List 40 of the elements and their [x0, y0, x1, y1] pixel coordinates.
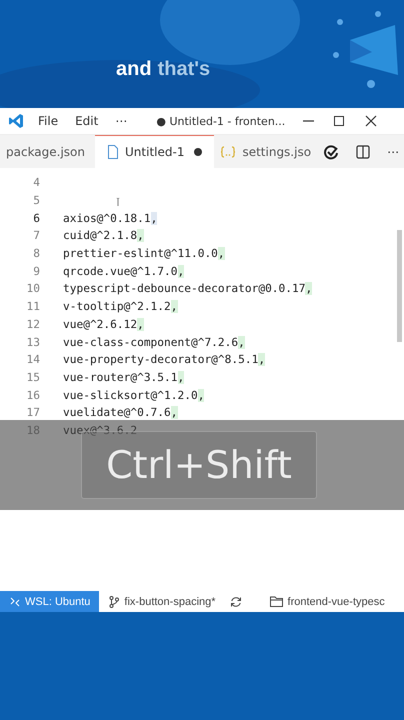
line-number: 12	[26, 318, 40, 331]
line-number: 8	[32, 247, 40, 260]
keystroke-text: Ctrl+Shift	[81, 431, 317, 499]
menu-item[interactable]: Edit	[75, 114, 98, 128]
code-line: vue-slicksort@^1.2.0,	[63, 388, 204, 402]
folder-indicator[interactable]: frontend-vue-typesc	[270, 596, 385, 608]
line-number: 17	[26, 406, 40, 420]
menu-item[interactable]: File	[38, 114, 58, 128]
code-line: axios@^0.18.1,	[63, 212, 158, 225]
code-line: vuelidate@^0.7.6,	[63, 406, 178, 420]
more-actions-button[interactable]: ⋯	[387, 144, 400, 158]
remote-indicator[interactable]: WSL: Ubuntu	[0, 591, 100, 612]
code-line: vue-router@^3.5.1,	[63, 370, 184, 384]
code-line: prettier-eslint@^11.0.0,	[63, 247, 225, 260]
editor-tab[interactable]: Untitled-1	[95, 135, 214, 168]
code-line: cuid@^2.1.8,	[63, 229, 144, 242]
code-line: qrcode.vue@^1.7.0,	[63, 264, 184, 278]
caption-word: and	[116, 58, 152, 80]
code-line: vue-property-decorator@^8.5.1,	[63, 353, 266, 366]
menu-item[interactable]: ⋯	[115, 114, 128, 128]
line-number: 9	[32, 264, 40, 278]
window-title: ● Untitled-1 - fronten...	[156, 114, 286, 128]
line-number: 15	[26, 370, 40, 384]
line-number: 7	[32, 229, 40, 242]
line-number: 5	[32, 194, 40, 208]
caption-word: that's	[158, 58, 210, 80]
code-line: vue-class-component@^7.2.6,	[63, 336, 245, 349]
editor-tab[interactable]: package.json	[0, 135, 94, 168]
editor-tab[interactable]: settings.jso	[214, 135, 320, 168]
code-line: typescript-debounce-decorator@0.0.17,	[63, 282, 312, 296]
line-number: 14	[26, 353, 40, 366]
line-number: 4	[32, 176, 40, 190]
branch-indicator[interactable]: fix-button-spacing*	[109, 596, 216, 608]
line-number: 11	[26, 300, 40, 314]
code-line: vue@^2.6.12,	[63, 318, 144, 331]
line-number: 13	[26, 336, 40, 349]
line-number: 10	[26, 282, 40, 296]
line-number: 16	[26, 388, 40, 402]
code-line: v-tooltip@^2.1.2,	[63, 300, 178, 314]
line-number: 6	[32, 212, 40, 225]
